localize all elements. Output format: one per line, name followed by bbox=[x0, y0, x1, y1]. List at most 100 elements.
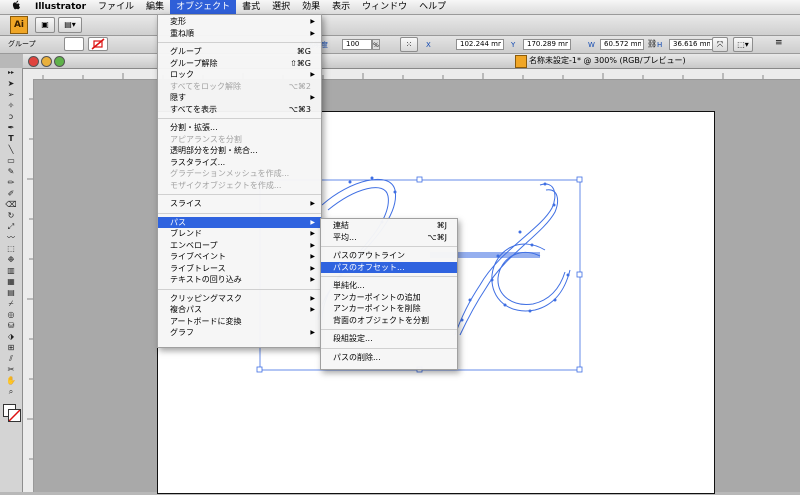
object-menu-separator bbox=[158, 118, 321, 119]
path-submenu-item-label: パスのオフセット... bbox=[333, 262, 405, 272]
object-menu-item-label: すべてを表示 bbox=[170, 104, 217, 114]
object-menu-item[interactable]: ライブペイント ▶ bbox=[158, 251, 321, 262]
object-menu-item-label: ラスタライズ... bbox=[170, 157, 226, 167]
submenu-arrow-icon: ▶ bbox=[310, 29, 315, 37]
object-menu-item-label: モザイクオブジェクトを作成... bbox=[170, 180, 282, 190]
object-menu-item-label: ロック bbox=[170, 70, 194, 79]
submenu-arrow-icon: ▶ bbox=[310, 264, 315, 272]
object-menu-item[interactable]: エンベロープ ▶ bbox=[158, 240, 321, 251]
object-menu-item-label: 重ね順 bbox=[170, 28, 194, 38]
object-menu-item-label: アピアランスを分割 bbox=[170, 134, 242, 144]
shortcut-label: ⇧⌘G bbox=[290, 58, 311, 68]
submenu-arrow-icon: ▶ bbox=[310, 200, 315, 207]
object-menu-item-label: アートボードに変換 bbox=[170, 316, 242, 326]
shortcut-label: ⌥⌘3 bbox=[288, 104, 311, 114]
path-submenu-item-label: 単純化... bbox=[333, 281, 365, 290]
path-submenu-item-label: パスの削除... bbox=[333, 352, 381, 362]
path-submenu-item[interactable]: 平均... ⌥⌘J bbox=[321, 232, 457, 243]
object-menu-item-label: テキストの回り込み bbox=[170, 275, 242, 284]
path-submenu-item-label: 段組設定... bbox=[333, 334, 373, 343]
path-submenu-item[interactable]: アンカーポイントの追加 bbox=[321, 292, 457, 303]
object-menu-item-label: パス bbox=[170, 217, 186, 227]
object-menu-item-label: 透明部分を分割・統合... bbox=[170, 146, 258, 155]
object-menu-separator bbox=[158, 212, 321, 214]
object-menu-item[interactable]: 重ね順 ▶ bbox=[158, 28, 321, 39]
object-menu-item-label: スライス bbox=[170, 199, 202, 208]
path-submenu-item[interactable]: 単純化... bbox=[321, 280, 457, 291]
object-menu-item[interactable]: クリッピングマスク ▶ bbox=[158, 293, 321, 304]
path-submenu-separator bbox=[321, 329, 457, 330]
submenu-arrow-icon: ▶ bbox=[310, 253, 315, 260]
object-menu-item: モザイクオブジェクトを作成... bbox=[158, 180, 321, 191]
object-menu-item: グラデーションメッシュを作成... bbox=[158, 168, 321, 179]
object-menu-item[interactable]: 変形 ▶ bbox=[158, 16, 321, 27]
object-menu-item[interactable]: ラスタライズ... bbox=[158, 157, 321, 168]
object-menu-separator bbox=[158, 194, 321, 195]
submenu-arrow-icon: ▶ bbox=[310, 18, 315, 25]
object-menu-item-label: ブレンド bbox=[170, 229, 202, 238]
object-menu-item-label: ライブペイント bbox=[170, 252, 226, 261]
object-menu-item-label: エンベロープ bbox=[170, 240, 218, 250]
submenu-arrow-icon: ▶ bbox=[310, 276, 315, 283]
object-menu-item-label: 複合パス bbox=[170, 305, 202, 314]
object-menu-item[interactable]: 透明部分を分割・統合... bbox=[158, 145, 321, 156]
object-menu-item-label: 隠す bbox=[170, 93, 186, 102]
object-menu-item-label: すべてをロック解除 bbox=[170, 81, 241, 91]
object-menu-dropdown: 変形 ▶ 重ね順 ▶ グループ ⌘G グループ解除 ⇧⌘G ロック ▶ すべてをロック解除 ⌥⌘2 隠す… bbox=[157, 14, 322, 348]
object-menu-item[interactable]: グラフ ▶ bbox=[158, 327, 321, 338]
object-menu-item: すべてをロック解除 ⌥⌘2 bbox=[158, 81, 321, 92]
path-submenu: 連結 ⌘J 平均... ⌥⌘J パスのアウトライン パスのオフセット... 単純化... アン… bbox=[320, 218, 458, 370]
submenu-arrow-icon: ▶ bbox=[310, 94, 315, 101]
path-submenu-item[interactable]: パスのオフセット... bbox=[321, 261, 457, 273]
path-submenu-item[interactable]: 連結 ⌘J bbox=[321, 220, 457, 231]
path-submenu-item[interactable]: 背面のオブジェクトを分割 bbox=[321, 315, 457, 326]
object-menu-separator bbox=[158, 42, 321, 43]
object-menu-item: アピアランスを分割 bbox=[158, 134, 321, 145]
object-menu-item[interactable]: スライス ▶ bbox=[158, 198, 321, 209]
path-submenu-item-label: 連結 bbox=[333, 221, 349, 230]
object-menu-item[interactable]: パス ▶ bbox=[158, 216, 321, 228]
object-menu-item[interactable]: テキストの回り込み ▶ bbox=[158, 274, 321, 285]
object-menu-item-label: 分割・拡張... bbox=[170, 123, 218, 132]
path-submenu-separator bbox=[321, 276, 457, 277]
object-menu-item[interactable]: グループ ⌘G bbox=[158, 46, 321, 57]
object-menu-item-label: グループ解除 bbox=[170, 58, 218, 68]
submenu-arrow-icon: ▶ bbox=[310, 306, 315, 313]
object-menu-item[interactable]: ロック ▶ bbox=[158, 69, 321, 80]
object-menu-item[interactable]: 分割・拡張... bbox=[158, 122, 321, 133]
object-menu-item[interactable]: 複合パス ▶ bbox=[158, 304, 321, 315]
shortcut-label: ⌘G bbox=[296, 47, 311, 56]
path-submenu-item[interactable]: 段組設定... bbox=[321, 333, 457, 344]
path-submenu-item[interactable]: パスのアウトライン bbox=[321, 250, 457, 261]
object-menu-item[interactable]: ブレンド ▶ bbox=[158, 228, 321, 239]
object-menu-item-label: グラフ bbox=[170, 328, 194, 337]
path-submenu-item-label: アンカーポイントを削除 bbox=[333, 304, 421, 313]
path-submenu-separator bbox=[321, 246, 457, 247]
object-menu-item-label: ライブトレース bbox=[170, 263, 226, 273]
object-menu-separator bbox=[158, 288, 321, 290]
submenu-arrow-icon: ▶ bbox=[310, 329, 315, 336]
object-menu-item[interactable]: アートボードに変換 bbox=[158, 316, 321, 327]
object-menu-item-label: 変形 bbox=[170, 17, 186, 26]
submenu-arrow-icon: ▶ bbox=[310, 294, 315, 302]
path-submenu-item[interactable]: パスの削除... bbox=[321, 352, 457, 363]
object-menu-item[interactable]: すべてを表示 ⌥⌘3 bbox=[158, 104, 321, 115]
path-submenu-item[interactable]: アンカーポイントを削除 bbox=[321, 303, 457, 314]
object-menu-item-label: グループ bbox=[170, 47, 202, 56]
shortcut-label: ⌥⌘J bbox=[427, 232, 447, 242]
path-submenu-item-label: 平均... bbox=[333, 232, 357, 242]
shortcut-label: ⌘J bbox=[436, 221, 447, 230]
shortcut-label: ⌥⌘2 bbox=[288, 81, 311, 91]
object-menu-item-label: グラデーションメッシュを作成... bbox=[170, 169, 290, 178]
path-submenu-item-label: アンカーポイントの追加 bbox=[333, 292, 421, 302]
path-submenu-separator bbox=[321, 347, 457, 349]
submenu-arrow-icon: ▶ bbox=[310, 71, 315, 78]
object-menu-item[interactable]: 隠す ▶ bbox=[158, 92, 321, 103]
object-menu-item[interactable]: ライブトレース ▶ bbox=[158, 263, 321, 274]
submenu-arrow-icon: ▶ bbox=[310, 218, 315, 226]
object-menu-item[interactable]: グループ解除 ⇧⌘G bbox=[158, 58, 321, 69]
path-submenu-item-label: パスのアウトライン bbox=[333, 251, 405, 260]
path-submenu-item-label: 背面のオブジェクトを分割 bbox=[333, 315, 429, 325]
submenu-arrow-icon: ▶ bbox=[310, 241, 315, 249]
submenu-arrow-icon: ▶ bbox=[310, 230, 315, 237]
